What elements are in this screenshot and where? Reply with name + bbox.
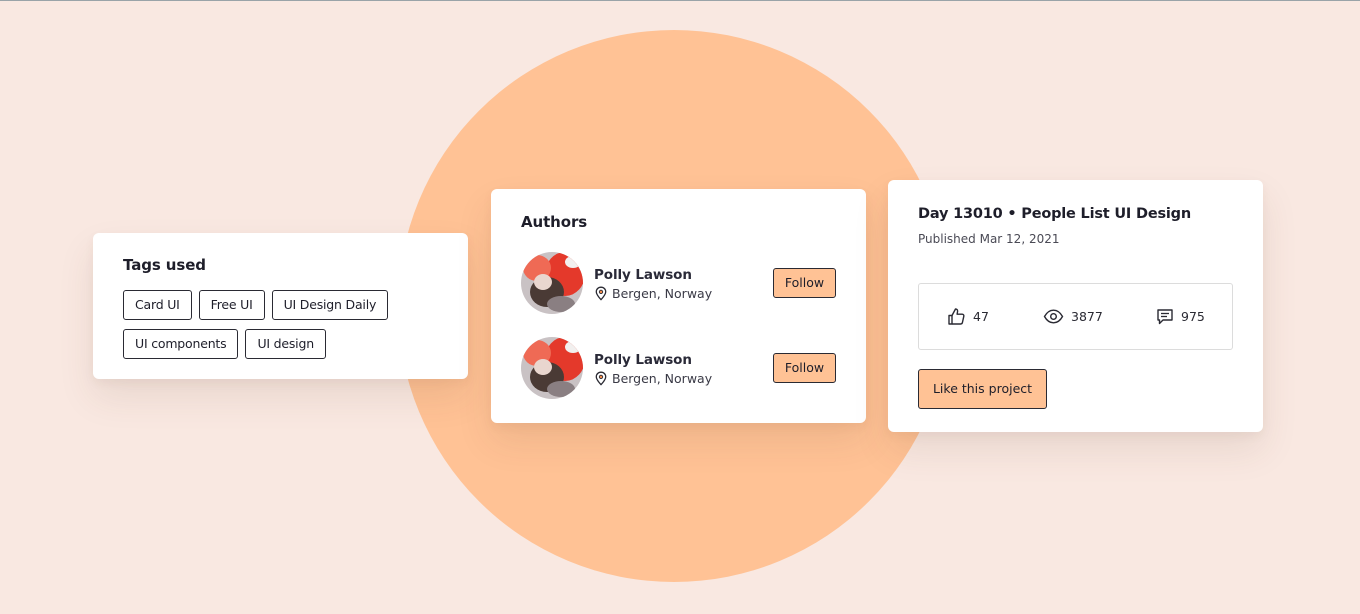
tag-chip[interactable]: Card UI xyxy=(123,290,192,320)
published-date: Published Mar 12, 2021 xyxy=(918,232,1060,246)
comments-stat[interactable]: 975 xyxy=(1156,307,1205,326)
tags-list: Card UI Free UI UI Design Daily UI compo… xyxy=(123,290,423,359)
tag-chip[interactable]: UI Design Daily xyxy=(271,290,389,320)
author-location: Bergen, Norway xyxy=(594,371,712,386)
views-count: 3877 xyxy=(1071,309,1103,324)
author-location: Bergen, Norway xyxy=(594,286,712,301)
project-card: Day 13010 • People List UI Design Publis… xyxy=(888,180,1263,432)
tag-chip[interactable]: UI components xyxy=(123,329,239,359)
views-stat[interactable]: 3877 xyxy=(1043,307,1103,326)
project-title: Day 13010 • People List UI Design xyxy=(918,206,1191,222)
author-row: Polly Lawson Bergen, Norway Follow xyxy=(521,252,836,316)
authors-card-title: Authors xyxy=(521,213,588,231)
top-border-line xyxy=(0,0,1360,1)
author-location-text: Bergen, Norway xyxy=(612,371,713,386)
thumbs-up-icon xyxy=(947,307,966,326)
like-project-button[interactable]: Like this project xyxy=(918,369,1047,409)
avatar[interactable] xyxy=(521,252,583,314)
tags-card-title: Tags used xyxy=(123,256,206,274)
follow-button[interactable]: Follow xyxy=(773,353,836,383)
stats-box: 47 3877 975 xyxy=(918,283,1233,350)
comment-icon xyxy=(1156,307,1174,326)
tag-chip[interactable]: UI design xyxy=(245,329,326,359)
follow-button[interactable]: Follow xyxy=(773,268,836,298)
likes-count: 47 xyxy=(973,309,989,324)
author-name[interactable]: Polly Lawson xyxy=(594,267,692,283)
author-location-text: Bergen, Norway xyxy=(612,286,713,301)
map-pin-icon xyxy=(594,371,608,386)
likes-stat[interactable]: 47 xyxy=(947,307,989,326)
authors-card: Authors Polly Lawson Bergen, Norway Foll… xyxy=(491,189,866,423)
map-pin-icon xyxy=(594,286,608,301)
eye-icon xyxy=(1043,307,1064,326)
avatar[interactable] xyxy=(521,337,583,399)
tag-chip[interactable]: Free UI xyxy=(198,290,265,320)
tags-card: Tags used Card UI Free UI UI Design Dail… xyxy=(93,233,468,379)
author-name[interactable]: Polly Lawson xyxy=(594,352,692,368)
author-row: Polly Lawson Bergen, Norway Follow xyxy=(521,337,836,401)
comments-count: 975 xyxy=(1181,309,1205,324)
